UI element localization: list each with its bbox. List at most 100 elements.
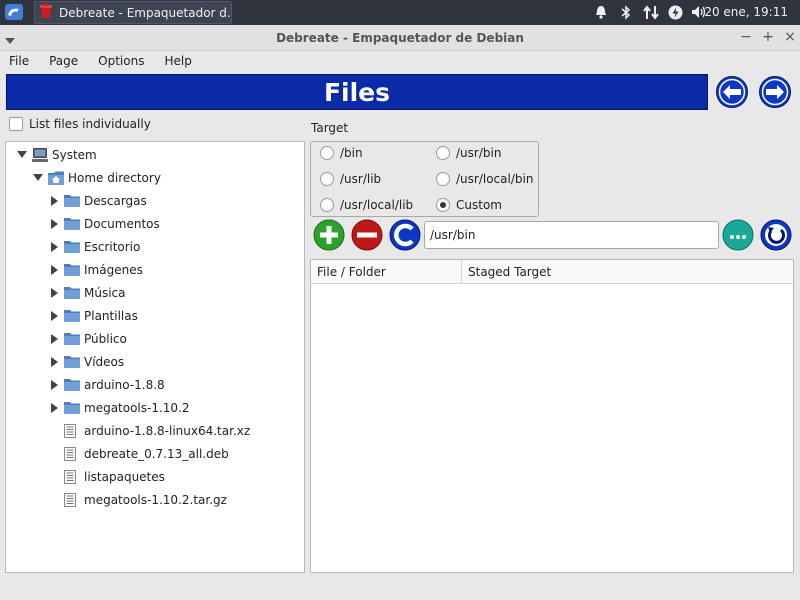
target-radio-usr-lib[interactable]: /usr/lib — [320, 172, 381, 186]
menu-page[interactable]: Page — [39, 51, 88, 72]
ellipsis-icon — [722, 219, 754, 251]
target-radio-group: /bin /usr/bin /usr/lib /usr/local/bin /u… — [310, 141, 539, 217]
radio-label: Custom — [456, 198, 502, 212]
window-title: Debreate - Empaquetador de Debian — [276, 31, 524, 45]
target-radio-custom[interactable]: Custom — [436, 198, 502, 212]
radio-circle[interactable] — [436, 146, 450, 160]
radio-circle[interactable] — [320, 146, 334, 160]
menu-options[interactable]: Options — [88, 51, 154, 72]
custom-target-input[interactable]: /usr/bin — [424, 221, 719, 249]
target-radio-usr-bin[interactable]: /usr/bin — [436, 146, 501, 160]
radio-label: /usr/lib — [340, 172, 382, 186]
home-icon — [48, 171, 64, 185]
debreate-app-icon — [39, 3, 53, 22]
minimize-button[interactable]: − — [739, 30, 753, 44]
menu-bar: File Page Options Help — [0, 51, 800, 72]
checkbox-box[interactable] — [9, 117, 23, 131]
tree-item-label: Home directory — [68, 171, 161, 185]
file-tree[interactable]: System Home directory Descargas Documentos E… — [5, 141, 305, 573]
radio-circle[interactable] — [436, 172, 450, 186]
radio-selected-dot — [440, 202, 446, 208]
file-icon — [64, 493, 80, 507]
file-icon — [64, 424, 80, 438]
no-arrow — [48, 448, 60, 460]
collapsed-arrow-icon[interactable] — [48, 310, 60, 322]
target-radio-bin[interactable]: /bin — [320, 146, 363, 160]
tree-item-escritorio[interactable]: Escritorio — [48, 236, 140, 258]
bluetooth-icon[interactable] — [618, 3, 634, 21]
tree-item-descargas[interactable]: Descargas — [48, 190, 147, 212]
expanded-arrow-icon[interactable] — [16, 149, 28, 161]
arrow-left-icon — [716, 76, 748, 108]
folder-icon — [64, 378, 80, 392]
staged-files-table[interactable]: File / Folder Staged Target — [310, 259, 794, 573]
close-button[interactable]: × — [783, 30, 797, 44]
tree-item-label: Música — [84, 286, 126, 300]
window-titlebar[interactable]: Debreate - Empaquetador de Debian − + × — [0, 25, 800, 51]
menu-file[interactable]: File — [0, 51, 39, 72]
tree-item-listapaquetes[interactable]: listapaquetes — [48, 466, 165, 488]
minus-icon — [351, 219, 383, 251]
tree-item-publico[interactable]: Público — [48, 328, 127, 350]
no-arrow — [48, 471, 60, 483]
column-header-staged-target[interactable]: Staged Target — [461, 260, 793, 284]
tree-item-home-directory[interactable]: Home directory — [32, 167, 161, 189]
collapsed-arrow-icon[interactable] — [48, 264, 60, 276]
clear-button[interactable] — [389, 219, 421, 251]
browse-button[interactable] — [722, 219, 754, 251]
computer-icon — [32, 148, 48, 162]
page-title-banner: Files — [6, 74, 708, 110]
tree-item-debreate-0-7-13-all-deb[interactable]: debreate_0.7.13_all.deb — [48, 443, 229, 465]
clear-icon — [389, 219, 421, 251]
add-button[interactable] — [313, 219, 345, 251]
taskbar-item-debreate[interactable]: Debreate - Empaquetador d... — [34, 1, 232, 24]
tree-item-plantillas[interactable]: Plantillas — [48, 305, 138, 327]
tree-item-label: Imágenes — [84, 263, 143, 277]
tree-item-arduino-1-8-8-linux64-tar-xz[interactable]: arduino-1.8.8-linux64.tar.xz — [48, 420, 250, 442]
clock[interactable]: 20 ene, 19:11 — [704, 5, 788, 19]
tree-item-imagenes[interactable]: Imágenes — [48, 259, 143, 281]
xfce-menu-icon[interactable] — [4, 3, 24, 21]
previous-page-button[interactable] — [715, 75, 749, 109]
radio-circle[interactable] — [320, 172, 334, 186]
target-radio-usr-local-lib[interactable]: /usr/local/lib — [320, 198, 413, 212]
menu-help[interactable]: Help — [154, 51, 201, 72]
notification-bell-icon[interactable] — [592, 3, 610, 21]
next-page-button[interactable] — [758, 75, 792, 109]
taskbar-item-label: Debreate - Empaquetador d... — [59, 5, 231, 20]
list-files-individually-checkbox[interactable]: List files individually — [9, 117, 151, 131]
collapsed-arrow-icon[interactable] — [48, 218, 60, 230]
radio-circle[interactable] — [436, 198, 450, 212]
collapsed-arrow-icon[interactable] — [48, 287, 60, 299]
tree-item-documentos[interactable]: Documentos — [48, 213, 160, 235]
tree-item-megatools-1-10-2[interactable]: megatools-1.10.2 — [48, 397, 190, 419]
power-icon[interactable] — [666, 3, 684, 21]
collapsed-arrow-icon[interactable] — [48, 195, 60, 207]
tree-item-videos[interactable]: Vídeos — [48, 351, 124, 373]
arrow-right-icon — [759, 76, 791, 108]
tree-item-arduino-1-8-8[interactable]: arduino-1.8.8 — [48, 374, 165, 396]
target-radio-usr-local-bin[interactable]: /usr/local/bin — [436, 172, 533, 186]
collapsed-arrow-icon[interactable] — [48, 241, 60, 253]
tree-item-musica[interactable]: Música — [48, 282, 126, 304]
collapsed-arrow-icon[interactable] — [48, 379, 60, 391]
maximize-button[interactable]: + — [761, 30, 775, 44]
no-arrow — [48, 425, 60, 437]
tree-item-label: Vídeos — [84, 355, 125, 369]
tree-item-system[interactable]: System — [16, 144, 97, 166]
network-icon[interactable] — [640, 3, 662, 21]
radio-label: /usr/local/lib — [340, 198, 414, 212]
tree-item-megatools-1-10-2-tar-gz[interactable]: megatools-1.10.2.tar.gz — [48, 489, 227, 511]
tree-item-label: arduino-1.8.8 — [84, 378, 165, 392]
refresh-button[interactable] — [760, 219, 792, 251]
remove-button[interactable] — [351, 219, 383, 251]
folder-icon — [64, 194, 80, 208]
collapsed-arrow-icon[interactable] — [48, 356, 60, 368]
collapsed-arrow-icon[interactable] — [48, 333, 60, 345]
column-header-file-folder[interactable]: File / Folder — [311, 260, 461, 284]
radio-label: /usr/local/bin — [456, 172, 534, 186]
collapsed-arrow-icon[interactable] — [48, 402, 60, 414]
radio-circle[interactable] — [320, 198, 334, 212]
expanded-arrow-icon[interactable] — [32, 172, 44, 184]
folder-icon — [64, 217, 80, 231]
